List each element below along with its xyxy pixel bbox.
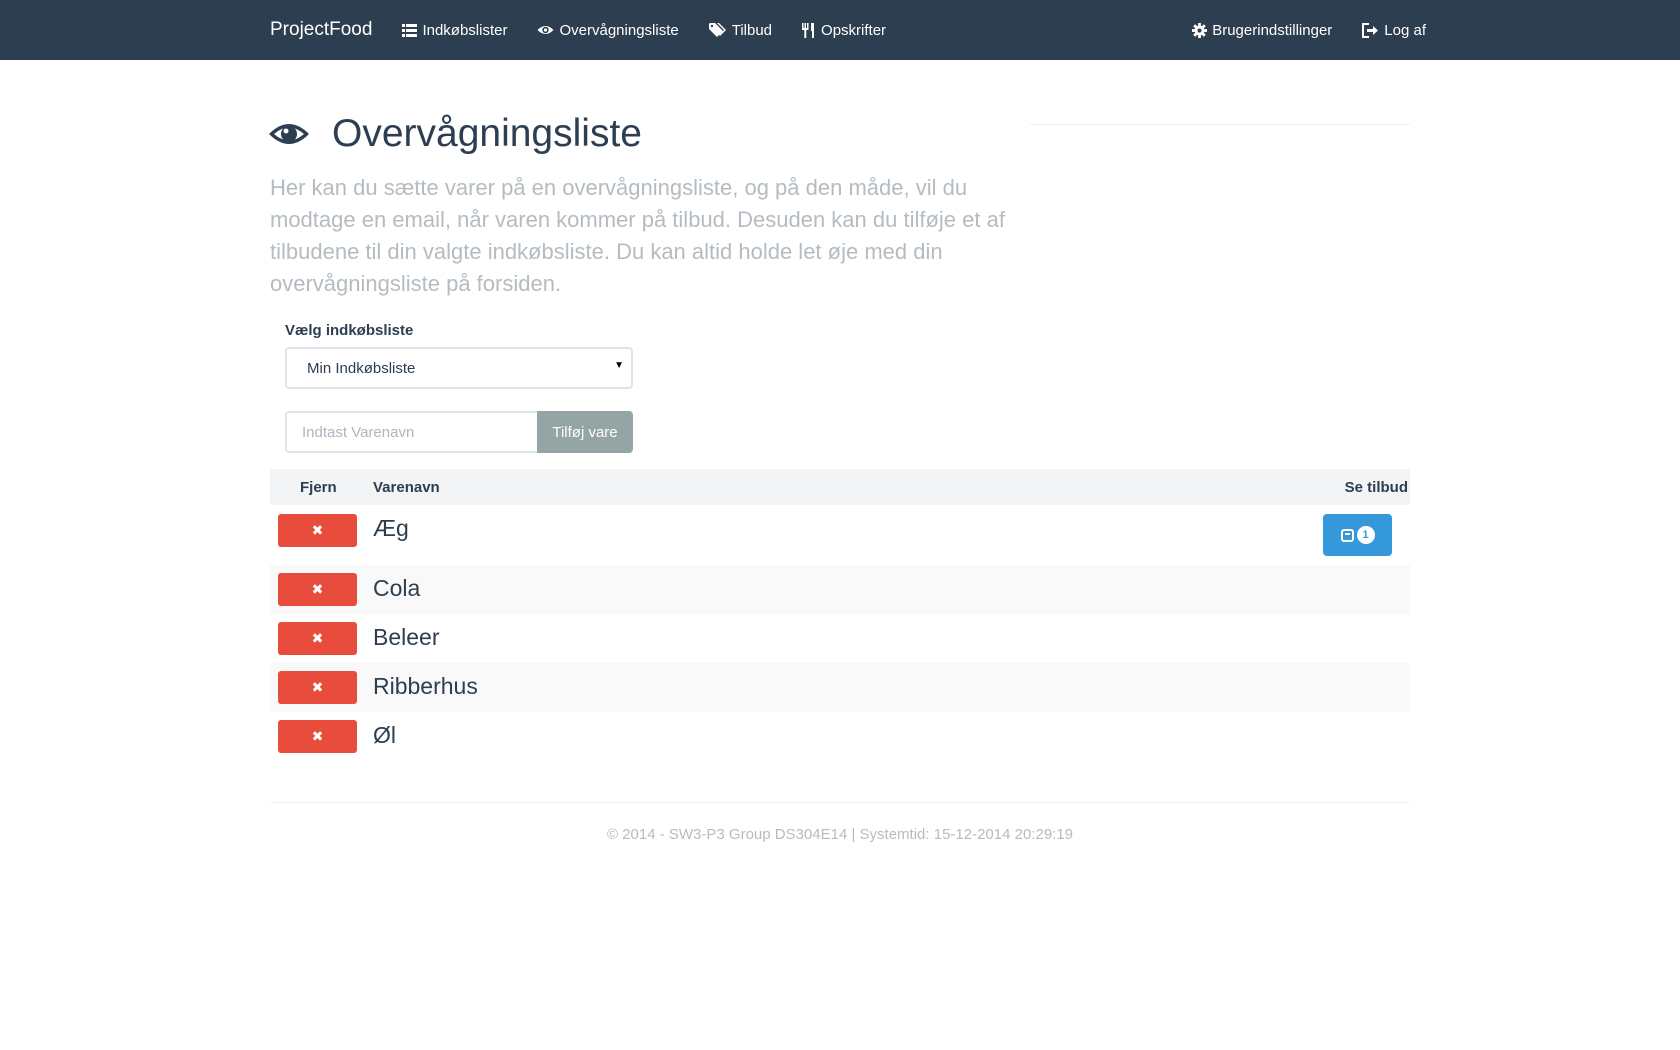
nav-item-brugerindstillinger[interactable]: Brugerindstillinger	[1192, 22, 1332, 39]
list-icon	[402, 23, 418, 37]
table-row: ✖ Øl	[270, 712, 1410, 761]
remove-item-button[interactable]: ✖	[278, 573, 357, 606]
navbar-container: ProjectFood Indkøbslister Overvågningsli…	[270, 0, 1426, 60]
nav-left: Indkøbslister Overvågningsliste Tilbud O…	[402, 22, 916, 39]
page-description: Her kan du sætte varer på en overvågning…	[270, 175, 1005, 296]
nav-item-overvagningsliste[interactable]: Overvågningsliste	[537, 21, 679, 39]
column-header-remove: Fjern	[300, 479, 337, 496]
nav-item-label: Brugerindstillinger	[1212, 21, 1333, 39]
see-offers-button[interactable]: 1	[1323, 514, 1392, 556]
add-item-button[interactable]: Tilføj vare	[537, 411, 633, 453]
input-placeholder: Indtast Varenavn	[302, 423, 415, 441]
item-name: Øl	[373, 722, 396, 748]
nav-item-label: Indkøbslister	[422, 21, 508, 39]
table-row: ✖ Æg 1	[270, 505, 1410, 565]
close-icon: ✖	[311, 679, 324, 695]
nav-item-label: Log af	[1384, 21, 1426, 39]
close-icon: ✖	[311, 581, 324, 597]
gear-icon	[1192, 22, 1208, 38]
item-name: Cola	[373, 575, 421, 601]
nav-item-label: Opskrifter	[821, 21, 887, 39]
table-row: ✖ Cola	[270, 565, 1410, 614]
page-title: Overvågningsliste	[268, 112, 642, 156]
cutlery-icon	[802, 22, 815, 38]
tags-icon	[708, 22, 726, 37]
caret-down-icon: ▼	[614, 360, 624, 371]
brand-link[interactable]: ProjectFood	[270, 19, 372, 41]
item-name-input[interactable]: Indtast Varenavn	[285, 411, 537, 453]
table-row: ✖ Ribberhus	[270, 663, 1410, 712]
nav-item-opskrifter[interactable]: Opskrifter	[802, 22, 886, 39]
header-divider	[1030, 124, 1410, 125]
shopping-list-select[interactable]: Min Indkøbsliste ▼	[285, 347, 633, 389]
remove-item-button[interactable]: ✖	[278, 514, 357, 547]
logout-icon	[1362, 22, 1379, 38]
remove-item-button[interactable]: ✖	[278, 671, 357, 704]
item-name: Æg	[373, 515, 409, 541]
table-row: ✖ Beleer	[270, 614, 1410, 663]
close-icon: ✖	[311, 728, 324, 744]
close-icon: ✖	[311, 522, 324, 538]
watchlist-table: Fjern Varenavn Se tilbud ✖ Æg 1 ✖ Cola ✖…	[270, 469, 1410, 761]
offer-box-icon	[1340, 528, 1354, 542]
nav-item-label: Tilbud	[731, 21, 773, 39]
offer-count-badge: 1	[1356, 526, 1375, 544]
item-name: Ribberhus	[373, 673, 478, 699]
add-item-group: Indtast Varenavn Tilføj vare	[285, 411, 633, 453]
item-name: Beleer	[373, 624, 440, 650]
nav-item-logaf[interactable]: Log af	[1362, 22, 1426, 39]
close-icon: ✖	[311, 630, 324, 646]
remove-item-button[interactable]: ✖	[278, 720, 357, 753]
select-value: Min Indkøbsliste	[307, 359, 416, 377]
nav-item-label: Overvågningsliste	[559, 21, 679, 39]
remove-item-button[interactable]: ✖	[278, 622, 357, 655]
footer-text: © 2014 - SW3-P3 Group DS304E14 | Systemt…	[606, 826, 1074, 843]
eye-icon	[537, 26, 554, 34]
nav-right: Brugerindstillinger Log af	[1192, 22, 1426, 39]
nav-item-indkobslister[interactable]: Indkøbslister	[402, 22, 507, 39]
column-header-offers: Se tilbud	[1344, 479, 1408, 496]
eye-icon	[269, 124, 309, 144]
table-header: Fjern Varenavn Se tilbud	[270, 469, 1410, 505]
column-header-name: Varenavn	[373, 479, 440, 496]
top-navbar: ProjectFood Indkøbslister Overvågningsli…	[0, 0, 1680, 60]
shopping-list-select-label: Vælg indkøbsliste	[285, 322, 414, 339]
footer-divider	[270, 802, 1410, 803]
nav-item-tilbud[interactable]: Tilbud	[708, 21, 773, 39]
page-heading: Overvågningsliste	[332, 112, 642, 155]
